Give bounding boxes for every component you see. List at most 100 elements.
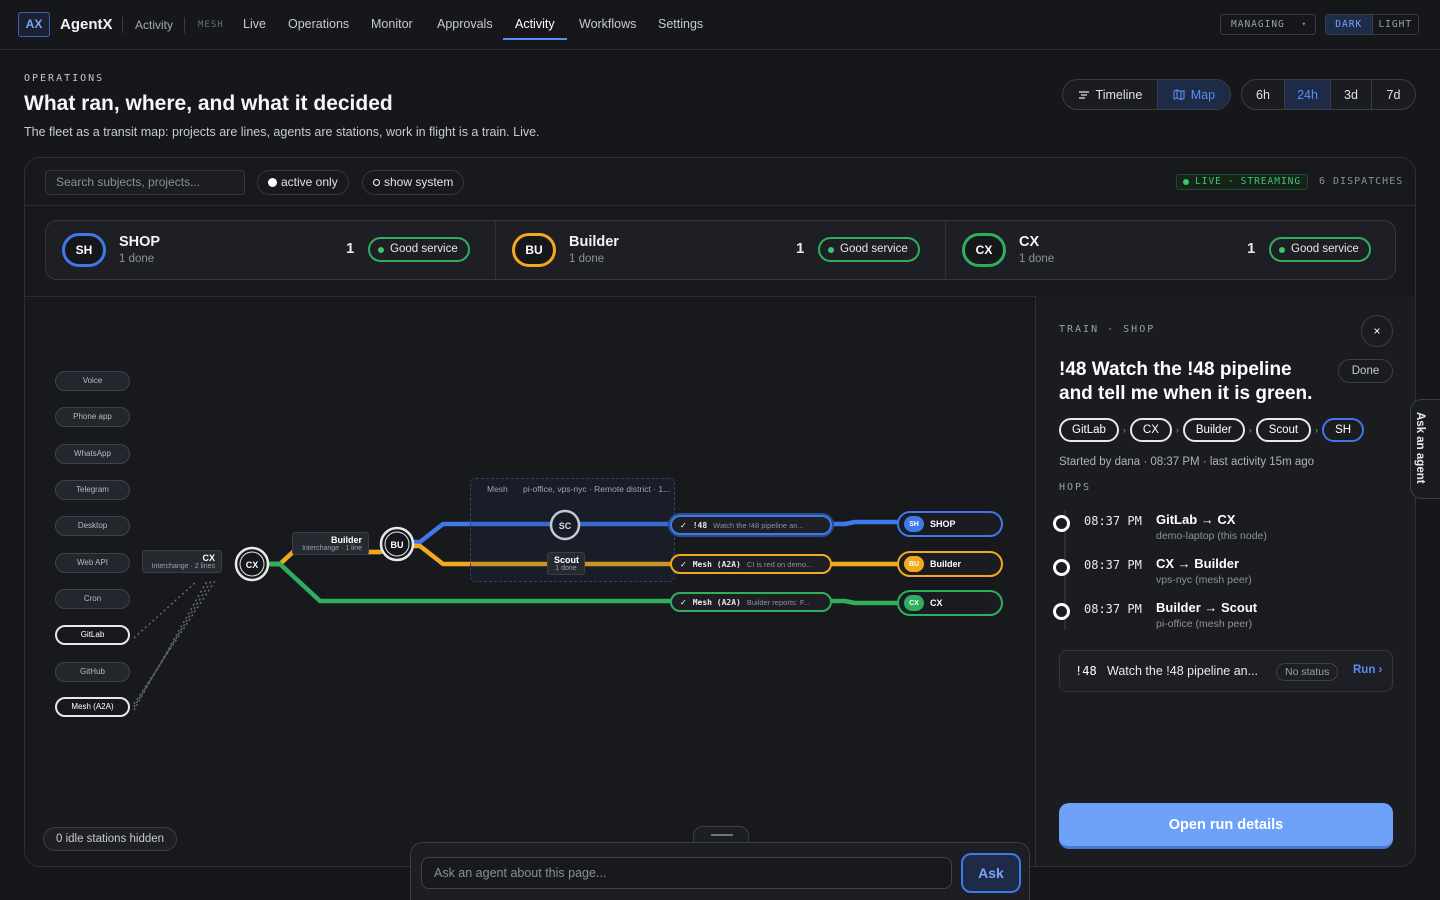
view-toggle: Timeline Map	[1062, 79, 1231, 110]
route-chip-cx[interactable]: CX	[1129, 418, 1172, 442]
nav-item-operations[interactable]: Operations	[288, 17, 349, 31]
ask-button[interactable]: Ask	[961, 853, 1021, 893]
live-dot-icon	[1183, 179, 1189, 185]
line-done: 1 done	[1019, 253, 1055, 265]
close-button[interactable]: ×	[1361, 315, 1393, 347]
ask-bar: Ask an agent about this page... Ask	[410, 842, 1030, 900]
check-icon: ✓	[680, 597, 687, 607]
ask-input[interactable]: Ask an agent about this page...	[421, 857, 952, 889]
page-subtitle: The fleet as a transit map: projects are…	[24, 125, 540, 139]
source-voice[interactable]: Voice	[55, 371, 130, 391]
idle-stations-toggle[interactable]: 0 idle stations hidden	[43, 827, 178, 851]
app-logo[interactable]: AX	[18, 12, 50, 37]
range-6h[interactable]: 6h	[1242, 80, 1285, 109]
managing-dropdown[interactable]: MANAGING ▾	[1220, 14, 1316, 35]
status-dot-icon	[378, 246, 384, 253]
status-label: Good service	[1291, 243, 1359, 255]
chevron-right-icon: ›	[1315, 425, 1319, 435]
ask-agent-side-tab[interactable]: Ask an agent	[1410, 399, 1440, 499]
managing-label: MANAGING	[1231, 19, 1285, 30]
range-24h[interactable]: 24h	[1285, 80, 1331, 109]
line-badge: CX	[962, 233, 1006, 267]
live-separator: ·	[1227, 176, 1235, 187]
nav-divider	[184, 17, 185, 33]
route-chip-sh[interactable]: SH	[1322, 418, 1365, 442]
tab-map[interactable]: Map	[1157, 80, 1230, 109]
active-only-toggle[interactable]: active only	[257, 170, 349, 195]
operations-panel: Search subjects, projects... active only…	[24, 157, 1416, 867]
tab-timeline[interactable]: Timeline	[1063, 80, 1158, 109]
train-builder[interactable]: ✓ Mesh (A2A) CI is red on demo...	[670, 554, 832, 574]
hop-title: Builder → Scout	[1156, 600, 1258, 615]
range-3d[interactable]: 3d	[1331, 80, 1372, 109]
theme-dark-button[interactable]: DARK	[1326, 15, 1372, 34]
source-desktop[interactable]: Desktop	[55, 516, 130, 536]
terminus-badge: BU	[904, 556, 924, 572]
nav-item-activity[interactable]: Activity	[515, 17, 555, 31]
source-gitlab[interactable]: GitLab	[55, 625, 130, 645]
source-github[interactable]: GitHub	[55, 662, 130, 682]
top-nav: AX AgentX Activity MESH Live Operations …	[0, 0, 1440, 50]
open-run-details-button[interactable]: Open run details	[1059, 803, 1393, 849]
route-chip-scout[interactable]: Scout	[1255, 418, 1312, 442]
active-only-label: active only	[281, 175, 338, 189]
search-input[interactable]: Search subjects, projects...	[45, 170, 245, 195]
interchange-sub: Interchange · 2 lines	[151, 563, 215, 570]
status-badge: Good service	[368, 237, 470, 262]
show-system-label: show system	[384, 175, 454, 189]
tab-map-label: Map	[1190, 87, 1216, 102]
run-card[interactable]: !48 Watch the !48 pipeline an... No stat…	[1059, 650, 1393, 692]
train-key: Mesh (A2A)	[692, 597, 741, 607]
terminus-badge: SH	[904, 516, 924, 532]
train-key: Mesh (A2A)	[692, 559, 741, 569]
route-chips: GitLab › CX › Builder › Scout › SH	[1059, 418, 1365, 442]
hop-host: demo-laptop (this node)	[1156, 530, 1267, 542]
line-status-bar: SH SHOP 1 done 1 Good service BU Builder…	[45, 220, 1396, 280]
line-done: 1 done	[119, 253, 155, 265]
nav-item-workflows[interactable]: Workflows	[579, 17, 636, 31]
nav-item-settings[interactable]: Settings	[658, 17, 703, 31]
interchange-sub: Interchange · 1 line	[302, 545, 362, 552]
source-telegram[interactable]: Telegram	[55, 480, 130, 500]
page-eyebrow: OPERATIONS	[24, 73, 105, 84]
nav-activity-small[interactable]: Activity	[135, 18, 173, 32]
live-status-badge: LIVE · STREAMING	[1176, 174, 1309, 190]
app-brand[interactable]: AgentX	[60, 16, 113, 33]
theme-light-button[interactable]: LIGHT	[1371, 15, 1419, 34]
train-cx[interactable]: ✓ Mesh (A2A) Builder reports: F...	[670, 592, 832, 612]
source-mesh-a2a[interactable]: Mesh (A2A)	[55, 697, 130, 717]
interchange-cx[interactable]: CX Interchange · 2 lines	[142, 550, 222, 573]
route-chip-builder[interactable]: Builder	[1182, 418, 1245, 442]
status-dot-icon	[828, 246, 834, 253]
nav-item-approvals[interactable]: Approvals	[437, 17, 493, 31]
terminus-builder[interactable]: BU Builder	[897, 551, 1003, 577]
source-cron[interactable]: Cron	[55, 589, 130, 609]
route-chip-gitlab[interactable]: GitLab	[1059, 418, 1119, 442]
station-sub: 1 done	[555, 565, 577, 572]
terminus-name: Builder	[930, 559, 962, 569]
run-link[interactable]: Run ›	[1353, 664, 1382, 676]
line-card-builder[interactable]: BU Builder 1 done 1 Good service	[496, 221, 946, 279]
line-card-shop[interactable]: SH SHOP 1 done 1 Good service	[46, 221, 496, 279]
mesh-subtitle: pi-office, vps-nyc · Remote district · 1…	[523, 484, 671, 494]
train-shop[interactable]: ✓ !48 Watch the !48 pipeline an...	[670, 515, 832, 535]
source-phone-app[interactable]: Phone app	[55, 407, 130, 427]
feeder-gitlab	[133, 580, 198, 639]
train-desc: Watch the !48 pipeline an...	[713, 520, 804, 530]
nav-mesh-tag: MESH	[198, 20, 224, 30]
show-system-toggle[interactable]: show system	[362, 170, 465, 195]
source-web-api[interactable]: Web API	[55, 553, 130, 573]
hop-node-icon	[1053, 559, 1070, 576]
line-count: 1	[796, 240, 805, 257]
range-7d[interactable]: 7d	[1372, 80, 1415, 109]
station-scout-label[interactable]: Scout 1 done	[547, 552, 585, 575]
line-card-cx[interactable]: CX CX 1 done 1 Good service	[946, 221, 1395, 279]
nav-item-live[interactable]: Live	[243, 17, 266, 31]
terminus-shop[interactable]: SH SHOP	[897, 511, 1003, 537]
interchange-builder[interactable]: Builder Interchange · 1 line	[292, 532, 369, 555]
source-whatsapp[interactable]: WhatsApp	[55, 444, 130, 464]
terminus-cx[interactable]: CX CX	[897, 590, 1003, 616]
nav-item-monitor[interactable]: Monitor	[371, 17, 413, 31]
streaming-label: STREAMING	[1240, 176, 1302, 187]
train-desc: CI is red on demo...	[746, 559, 813, 569]
